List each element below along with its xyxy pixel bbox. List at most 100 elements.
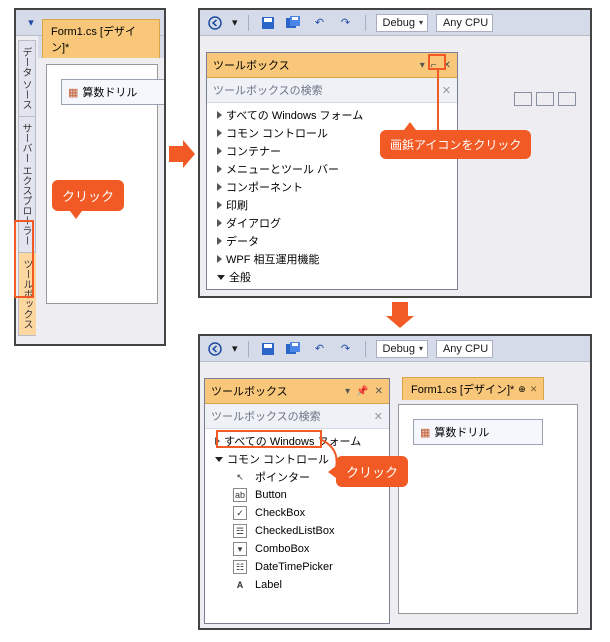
save-all-icon[interactable]: [285, 340, 303, 358]
undo-icon[interactable]: ↶: [311, 14, 329, 32]
side-tab-server-explorer[interactable]: サーバー エクスプローラー: [18, 117, 36, 253]
leader-line-2: [300, 438, 340, 472]
winforms-form[interactable]: ▦ 算数ドリル: [413, 419, 543, 445]
datetimepicker-icon: ☷: [233, 560, 247, 574]
expand-icon: [217, 111, 222, 119]
arrow-step2-to-step3: [386, 302, 414, 328]
category-printing[interactable]: 印刷: [213, 196, 457, 214]
toolbox-dropdown-icon[interactable]: ▾: [345, 386, 350, 397]
arrow-step1-to-step2: [169, 140, 195, 168]
toolbox-pane-docked: ツールボックス ▾ 📌 ✕ ツールボックスの検索 ✕ すべての Windows …: [204, 378, 390, 624]
save-all-icon[interactable]: [285, 14, 303, 32]
toolbox-title: ツールボックス: [213, 57, 290, 73]
leader-line: [436, 70, 456, 130]
redo-icon[interactable]: ↷: [337, 14, 355, 32]
category-general[interactable]: 全般: [213, 268, 457, 286]
pin-icon[interactable]: 📌: [356, 386, 368, 397]
doc-tab-form1[interactable]: Form1.cs [デザイン]*: [42, 19, 160, 58]
expand-icon: [217, 147, 222, 155]
expand-icon: [217, 255, 222, 263]
control-label[interactable]: ALabel: [211, 576, 389, 594]
expand-icon: [217, 237, 222, 245]
config-combo[interactable]: Debug ▾: [376, 14, 428, 32]
pin-icon[interactable]: ⊕: [518, 384, 526, 395]
callout-pin: 画鋲アイコンをクリック: [380, 130, 531, 159]
expand-icon: [217, 183, 222, 191]
control-button[interactable]: abButton: [211, 486, 389, 504]
category-all-winforms[interactable]: すべての Windows フォーム: [213, 106, 457, 124]
toolbox-title: ツールボックス: [211, 383, 288, 399]
redo-icon[interactable]: ↷: [337, 340, 355, 358]
checkbox-icon: ✓: [233, 506, 247, 520]
combobox-icon: ▾: [233, 542, 247, 556]
form-title: 算数ドリル: [434, 424, 489, 440]
clear-icon[interactable]: ✕: [374, 410, 383, 423]
platform-label: Any CPU: [443, 343, 488, 355]
close-icon[interactable]: ✕: [375, 386, 383, 397]
dropdown-icon[interactable]: ▾: [22, 14, 40, 32]
undo-icon[interactable]: ↶: [311, 340, 329, 358]
callout-click-2: クリック: [336, 456, 408, 487]
form-icon: ▦: [420, 426, 430, 439]
vs-toolbar: ▾ ↶ ↷ Debug ▾ Any CPU: [200, 10, 590, 36]
label-icon: A: [233, 578, 247, 592]
control-checkedlistbox[interactable]: ☲CheckedListBox: [211, 522, 389, 540]
side-tab-data-sources[interactable]: データ ソース: [18, 40, 36, 117]
expand-icon: [217, 129, 222, 137]
search-placeholder: ツールボックスの検索: [211, 408, 321, 424]
config-label: Debug: [383, 17, 415, 29]
toolbox-category-list: すべての Windows フォーム コモン コントロール ↖ポインター abBu…: [205, 429, 389, 598]
platform-combo[interactable]: Any CPU: [436, 14, 493, 32]
chevron-down-icon: ▾: [419, 18, 423, 27]
toolbox-dropdown-icon[interactable]: ▾: [420, 60, 425, 71]
checkedlistbox-icon: ☲: [233, 524, 247, 538]
expand-icon: [215, 437, 220, 445]
category-dialogs[interactable]: ダイアログ: [213, 214, 457, 232]
designer-surface[interactable]: ▦ 算数ドリル: [398, 404, 578, 614]
platform-label: Any CPU: [443, 17, 488, 29]
config-label: Debug: [383, 343, 415, 355]
close-icon[interactable]: ✕: [443, 60, 451, 71]
expand-icon: [217, 219, 222, 227]
nav-back-icon[interactable]: [206, 14, 224, 32]
category-components[interactable]: コンポーネント: [213, 178, 457, 196]
pointer-icon: ↖: [233, 470, 247, 484]
toolbox-pane: ツールボックス ▾ ⌐ ✕ ツールボックスの検索 ✕ すべての Windows …: [206, 52, 458, 290]
nav-back-icon[interactable]: [206, 340, 224, 358]
config-combo[interactable]: Debug ▾: [376, 340, 428, 358]
collapse-icon: [217, 275, 225, 280]
side-tab-strip: データ ソース サーバー エクスプローラー ツールボックス: [18, 40, 36, 336]
save-icon[interactable]: [259, 340, 277, 358]
toolbox-search[interactable]: ツールボックスの検索 ✕: [205, 404, 389, 429]
platform-combo[interactable]: Any CPU: [436, 340, 493, 358]
control-checkbox[interactable]: ✓CheckBox: [211, 504, 389, 522]
form-title: 算数ドリル: [82, 84, 137, 100]
doc-tab-strip: Form1.cs [デザイン]*: [38, 36, 164, 58]
category-data[interactable]: データ: [213, 232, 457, 250]
category-menus-toolbars[interactable]: メニューとツール バー: [213, 160, 457, 178]
control-combobox[interactable]: ▾ComboBox: [211, 540, 389, 558]
save-icon[interactable]: [259, 14, 277, 32]
panel-step1: ▾ データ ソース サーバー エクスプローラー ツールボックス Form1.cs…: [14, 8, 166, 346]
side-tab-toolbox[interactable]: ツールボックス: [18, 253, 36, 336]
doc-tab-form1[interactable]: Form1.cs [デザイン]* ⊕ ✕: [402, 377, 544, 400]
collapse-icon: [215, 457, 223, 462]
control-datetimepicker[interactable]: ☷DateTimePicker: [211, 558, 389, 576]
doc-tab-label: Form1.cs [デザイン]*: [411, 381, 514, 397]
chevron-down-icon: ▾: [419, 344, 423, 353]
doc-tab-label: Form1.cs [デザイン]*: [51, 23, 153, 55]
chevron-down-icon[interactable]: ▾: [232, 16, 238, 29]
close-icon[interactable]: ✕: [530, 384, 538, 395]
search-placeholder: ツールボックスの検索: [213, 82, 323, 98]
vs-toolbar: ▾ ↶ ↷ Debug ▾ Any CPU: [200, 336, 590, 362]
doc-tab-strip: Form1.cs [デザイン]* ⊕ ✕: [398, 378, 586, 400]
chevron-down-icon[interactable]: ▾: [232, 342, 238, 355]
pin-icon[interactable]: ⌐: [431, 60, 437, 71]
form-icon: ▦: [68, 86, 78, 99]
toolbox-search[interactable]: ツールボックスの検索 ✕: [207, 78, 457, 103]
winforms-form[interactable]: ▦ 算数ドリル: [61, 79, 166, 105]
category-wpf-interop[interactable]: WPF 相互運用機能: [213, 250, 457, 268]
expand-icon: [217, 165, 222, 173]
button-icon: ab: [233, 488, 247, 502]
callout-click-1: クリック: [52, 180, 124, 211]
